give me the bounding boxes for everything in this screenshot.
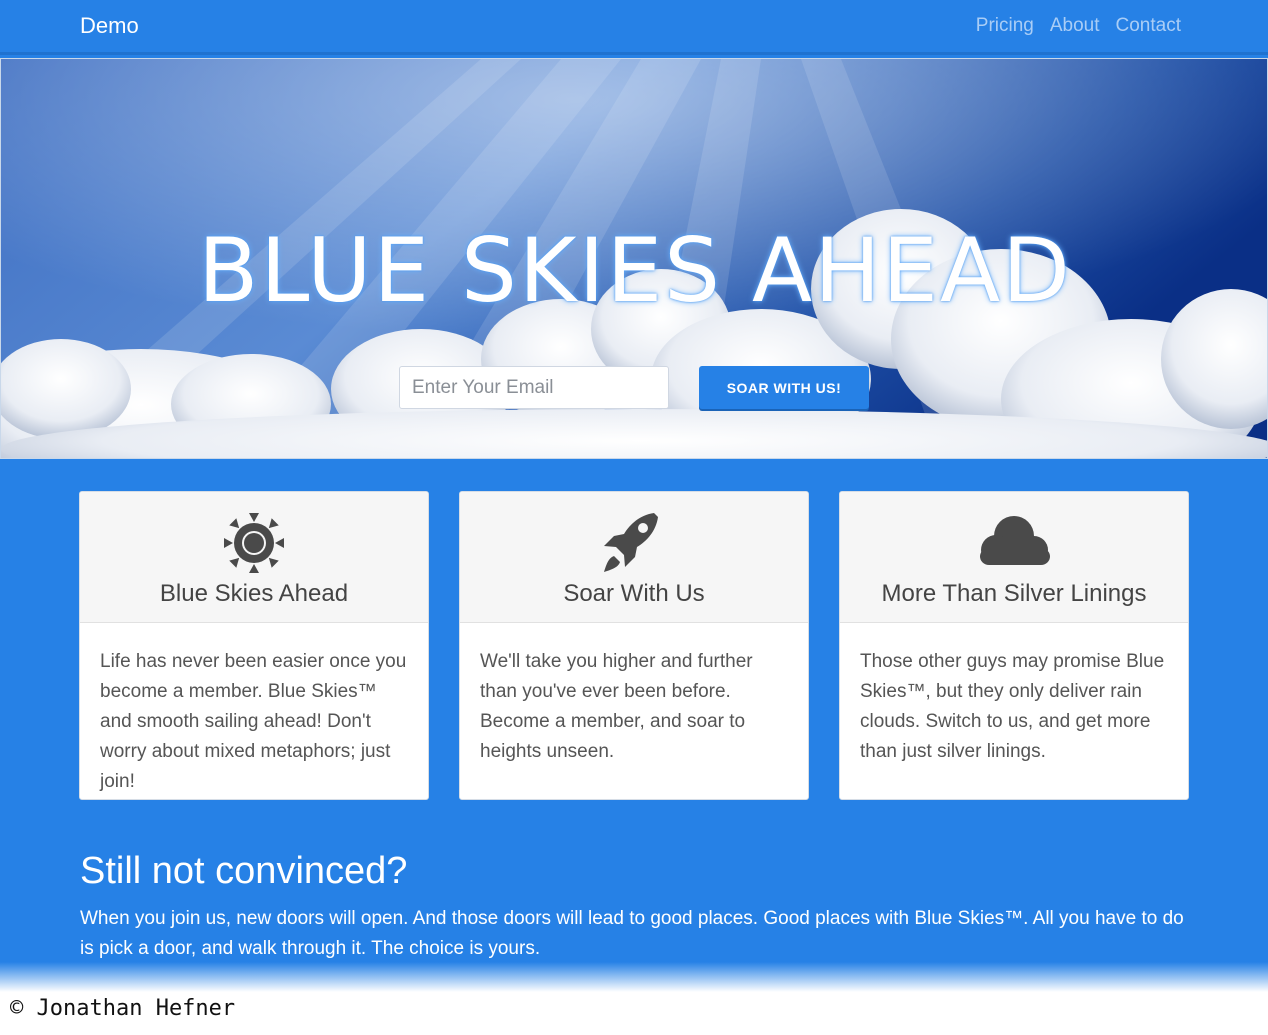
card-header: More Than Silver Linings: [840, 492, 1188, 623]
cta-paragraph: When you join us, new doors will open. A…: [80, 908, 1184, 959]
cta-heading: Still not convinced?: [80, 850, 408, 892]
card-text: Life has never been easier once you beco…: [100, 651, 407, 792]
card-title: More Than Silver Linings: [881, 580, 1147, 607]
navbar: Demo Pricing About Contact: [0, 0, 1268, 55]
feature-card-soar: Soar With Us We'll take you higher and f…: [459, 491, 809, 800]
hero-title: BLUE SKIES AHEAD: [198, 219, 1072, 322]
feature-card-silver-linings: More Than Silver Linings Those other guy…: [839, 491, 1189, 800]
card-title: Blue Skies Ahead: [159, 580, 349, 607]
footer: © Jonathan Hefner: [0, 992, 1268, 1035]
card-text: Those other guys may promise Blue Skies™…: [860, 651, 1165, 762]
card-text: We'll take you higher and further than y…: [480, 651, 753, 762]
copyright-text: © Jonathan Hefner: [10, 996, 236, 1021]
feature-card-blue-skies: Blue Skies Ahead Life has never been eas…: [79, 491, 429, 800]
footer-fade: [0, 962, 1268, 992]
brand-logo[interactable]: Demo: [80, 13, 139, 39]
email-input[interactable]: [399, 366, 669, 409]
rocket-icon: [604, 513, 658, 572]
card-header: Soar With Us: [460, 492, 808, 623]
soar-with-us-button[interactable]: SOAR WITH US!: [699, 366, 869, 409]
nav-links: Pricing About Contact: [976, 15, 1181, 37]
card-header: Blue Skies Ahead: [80, 492, 428, 623]
sun-icon: [224, 513, 284, 573]
nav-link-about[interactable]: About: [1050, 15, 1100, 37]
nav-link-contact[interactable]: Contact: [1116, 15, 1181, 37]
card-title: Soar With Us: [563, 580, 705, 607]
nav-link-pricing[interactable]: Pricing: [976, 15, 1034, 37]
cloud-icon: [980, 516, 1050, 565]
